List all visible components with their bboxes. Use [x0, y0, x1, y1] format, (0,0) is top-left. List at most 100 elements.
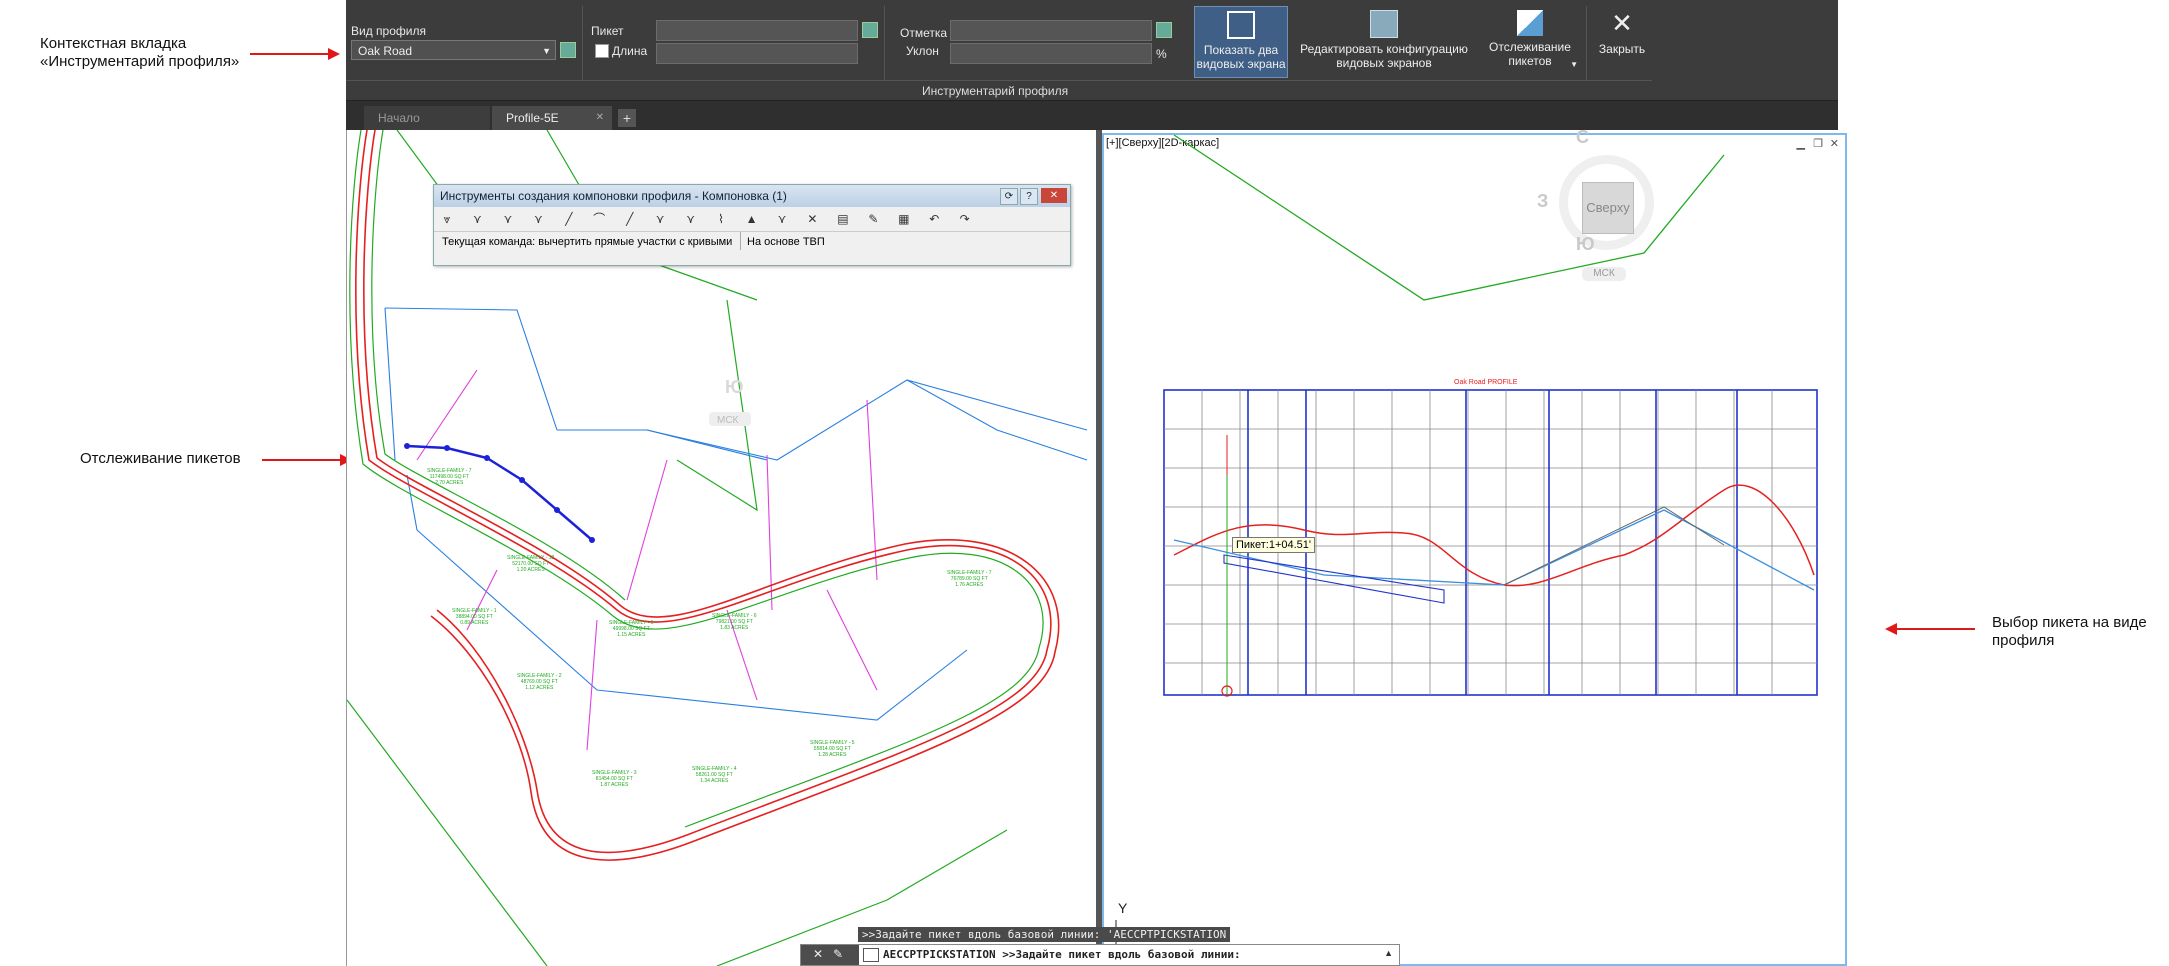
svg-text:Ю: Ю — [725, 377, 744, 397]
viewcube-top-face[interactable]: Сверху — [1582, 182, 1634, 234]
close-icon: ✕ — [1611, 8, 1633, 38]
callout-contextual-tab: Контекстная вкладка «Инструментарий проф… — [40, 35, 240, 70]
show-two-viewports-label: Показать два видовых экрана — [1196, 43, 1286, 71]
toolbar-title: Инструменты создания компоновки профиля … — [434, 185, 1070, 207]
based-on: На основе ТВП — [747, 236, 825, 248]
compass-south[interactable]: Ю — [1576, 234, 1595, 255]
length-checkbox[interactable] — [595, 44, 609, 58]
lot-label: SINGLE-FAMILY - 7 117498.00 SQ FT 2.70 ACR… — [427, 468, 472, 486]
show-two-viewports-button[interactable]: Показать два видовых экрана — [1194, 6, 1288, 78]
lot-label: SINGLE-FAMILY - 6 79821.00 SQ FT 1.83 ACRE… — [712, 613, 757, 631]
lot-label: SINGLE-FAMILY - 3 81454.00 SQ FT 1.87 ACRE… — [592, 770, 637, 788]
curve-icon[interactable]: ⌒ — [591, 211, 607, 227]
lot-label: SINGLE-FAMILY - 2 48769.00 SQ FT 1.12 ACRE… — [517, 673, 562, 691]
ucs-menu[interactable]: МСК — [1582, 267, 1626, 281]
lot-label: SINGLE-FAMILY - 12 52170.00 SQ FT 1.20 ACR… — [507, 555, 555, 573]
chevron-down-icon: ▼ — [542, 46, 551, 56]
length-label: Длина — [612, 44, 648, 58]
elevation-label: Отметка — [900, 26, 948, 40]
redo-icon[interactable]: ↷ — [957, 211, 973, 227]
close-button[interactable]: ✕ Закрыть — [1592, 6, 1652, 76]
profile-viewport[interactable]: [+][Сверху][2D-каркас] ▁ ❐ ✕ Oak Road PR… — [1102, 127, 1847, 966]
lot-label: SINGLE-FAMILY - 7 76789.00 SQ FT 1.76 ACRE… — [947, 570, 992, 588]
callout-station-tracking: Отслеживание пикетов — [80, 450, 241, 467]
svg-text:Oak Road PROFILE: Oak Road PROFILE — [1454, 379, 1518, 386]
new-tab-plus-icon[interactable]: + — [618, 109, 636, 127]
command-icon[interactable] — [863, 948, 879, 962]
close-icon[interactable]: ✕ — [813, 947, 823, 961]
select-pvi-icon[interactable]: ⋎ — [774, 211, 790, 227]
sub-entity-icon[interactable]: ⋎ — [683, 211, 699, 227]
callout-arrow-contextual-tab — [250, 48, 340, 60]
grid-view-icon[interactable]: ▤ — [835, 211, 851, 227]
pvi-tools-icon[interactable]: ⩔ — [439, 211, 455, 227]
lot-label: SINGLE-FAMILY - 1 38894.00 SQ FT 0.89 ACRE… — [452, 608, 497, 626]
pick-profile-view-icon[interactable] — [560, 42, 576, 58]
station-input[interactable] — [656, 20, 858, 41]
lot-label: SINGLE-FAMILY - 5 49998.00 SQ FT 1.15 ACRE… — [609, 620, 654, 638]
command-input[interactable]: AECCPTPICKSTATION >>Задайте пикет вдоль … — [883, 948, 1241, 961]
svg-text:МСК: МСК — [717, 415, 739, 426]
elevation-input[interactable] — [950, 20, 1152, 41]
profile-view-label: Вид профиля — [351, 24, 426, 38]
toolbar-title-text: Инструменты создания компоновки профиля … — [440, 189, 787, 203]
viewport-config-icon — [1370, 10, 1398, 38]
tab-profile-5e-label: Profile-5E — [506, 111, 559, 125]
move-pvi-icon[interactable]: ⋎ — [530, 211, 546, 227]
svg-text:Y: Y — [1118, 900, 1128, 916]
toolbar-tools: ⩔ ⋎ ⋎ ⋎ ╱ ⌒ ╱ ⋎ ⋎ ⌇ ▲ ⋎ ✕ ▤ ✎ ▦ ↶ ↷ — [434, 207, 1070, 232]
close-tab-icon[interactable]: ✕ — [596, 106, 604, 130]
lot-label: SINGLE-FAMILY - 5 55814.00 SQ FT 1.28 ACRE… — [810, 740, 855, 758]
grid-icon[interactable]: ▦ — [896, 211, 912, 227]
profile-view-value: Oak Road — [358, 44, 413, 58]
command-line-handle[interactable]: ✕ ✎ — [801, 945, 859, 965]
station-tooltip: Пикет:1+04.51' — [1232, 537, 1316, 553]
profile-drawing: Oak Road PROFILE Y — [1115, 135, 1818, 964]
pick-elevation-icon[interactable] — [1156, 22, 1172, 38]
chevron-down-icon: ▼ — [1570, 60, 1578, 69]
refresh-icon[interactable]: ⟳ — [1000, 188, 1018, 205]
callout-arrow-station-tracking — [262, 454, 352, 466]
station-label: Пикет — [591, 24, 624, 38]
current-command: Текущая команда: вычертить прямые участк… — [442, 236, 733, 248]
pick-station-icon[interactable] — [862, 22, 878, 38]
compass-north[interactable]: С — [1576, 127, 1589, 148]
profile-view-select[interactable]: Oak Road ▼ — [351, 40, 556, 60]
callout-arrow-station-pick — [1885, 623, 1975, 635]
tab-profile-5e[interactable]: Profile-5E ✕ — [492, 106, 612, 130]
two-viewports-icon — [1227, 11, 1255, 39]
station-tracking-icon — [1517, 10, 1543, 36]
station-tracking-button[interactable]: Отслеживание пикетов ▼ — [1480, 6, 1580, 76]
free-tangent-icon[interactable]: ╱ — [622, 211, 638, 227]
compass-west[interactable]: З — [1537, 191, 1548, 212]
ribbon: Вид профиля Oak Road ▼ Пикет Длина Отмет… — [346, 0, 1838, 101]
raise-lower-icon[interactable]: ⌇ — [713, 211, 729, 227]
ribbon-panel-title: Инструментарий профиля — [922, 84, 1069, 98]
tab-start[interactable]: Начало — [364, 106, 490, 130]
delete-entity-icon[interactable]: ✕ — [804, 211, 820, 227]
document-tabs: Начало Profile-5E ✕ + — [346, 101, 1838, 130]
copy-profile-icon[interactable]: ▲ — [744, 211, 760, 227]
close-icon[interactable]: ✕ — [1041, 188, 1067, 203]
tangent-icon[interactable]: ╱ — [561, 211, 577, 227]
help-icon[interactable]: ? — [1020, 188, 1038, 205]
delete-pvi-icon[interactable]: ⋎ — [500, 211, 516, 227]
command-history: >>Задайте пикет вдоль базовой линии: 'AE… — [858, 927, 1231, 942]
edit-icon[interactable]: ✎ — [865, 211, 881, 227]
percent-sign: % — [1156, 47, 1167, 61]
length-input[interactable] — [656, 43, 858, 64]
tab-start-label: Начало — [378, 111, 420, 125]
edit-viewport-config-button[interactable]: Редактировать конфигурацию видовых экран… — [1292, 6, 1476, 76]
edit-viewport-config-label: Редактировать конфигурацию видовых экран… — [1300, 42, 1468, 70]
profile-layout-toolbar: Инструменты создания компоновки профиля … — [433, 184, 1071, 266]
wrench-icon[interactable]: ✎ — [833, 947, 843, 961]
toolbar-status: Текущая команда: вычертить прямые участк… — [434, 232, 1070, 252]
insert-pvi-icon[interactable]: ⋎ — [469, 211, 485, 227]
command-line: ✕ ✎ AECCPTPICKSTATION >>Задайте пикет вд… — [800, 944, 1400, 966]
lot-label: SINGLE-FAMILY - 4 58261.00 SQ FT 1.34 ACRE… — [692, 766, 737, 784]
grade-input[interactable] — [950, 43, 1152, 64]
free-curve-icon[interactable]: ⋎ — [652, 211, 668, 227]
undo-icon[interactable]: ↶ — [926, 211, 942, 227]
close-label: Закрыть — [1598, 42, 1646, 56]
chevron-up-icon[interactable]: ▲ — [1384, 948, 1393, 958]
